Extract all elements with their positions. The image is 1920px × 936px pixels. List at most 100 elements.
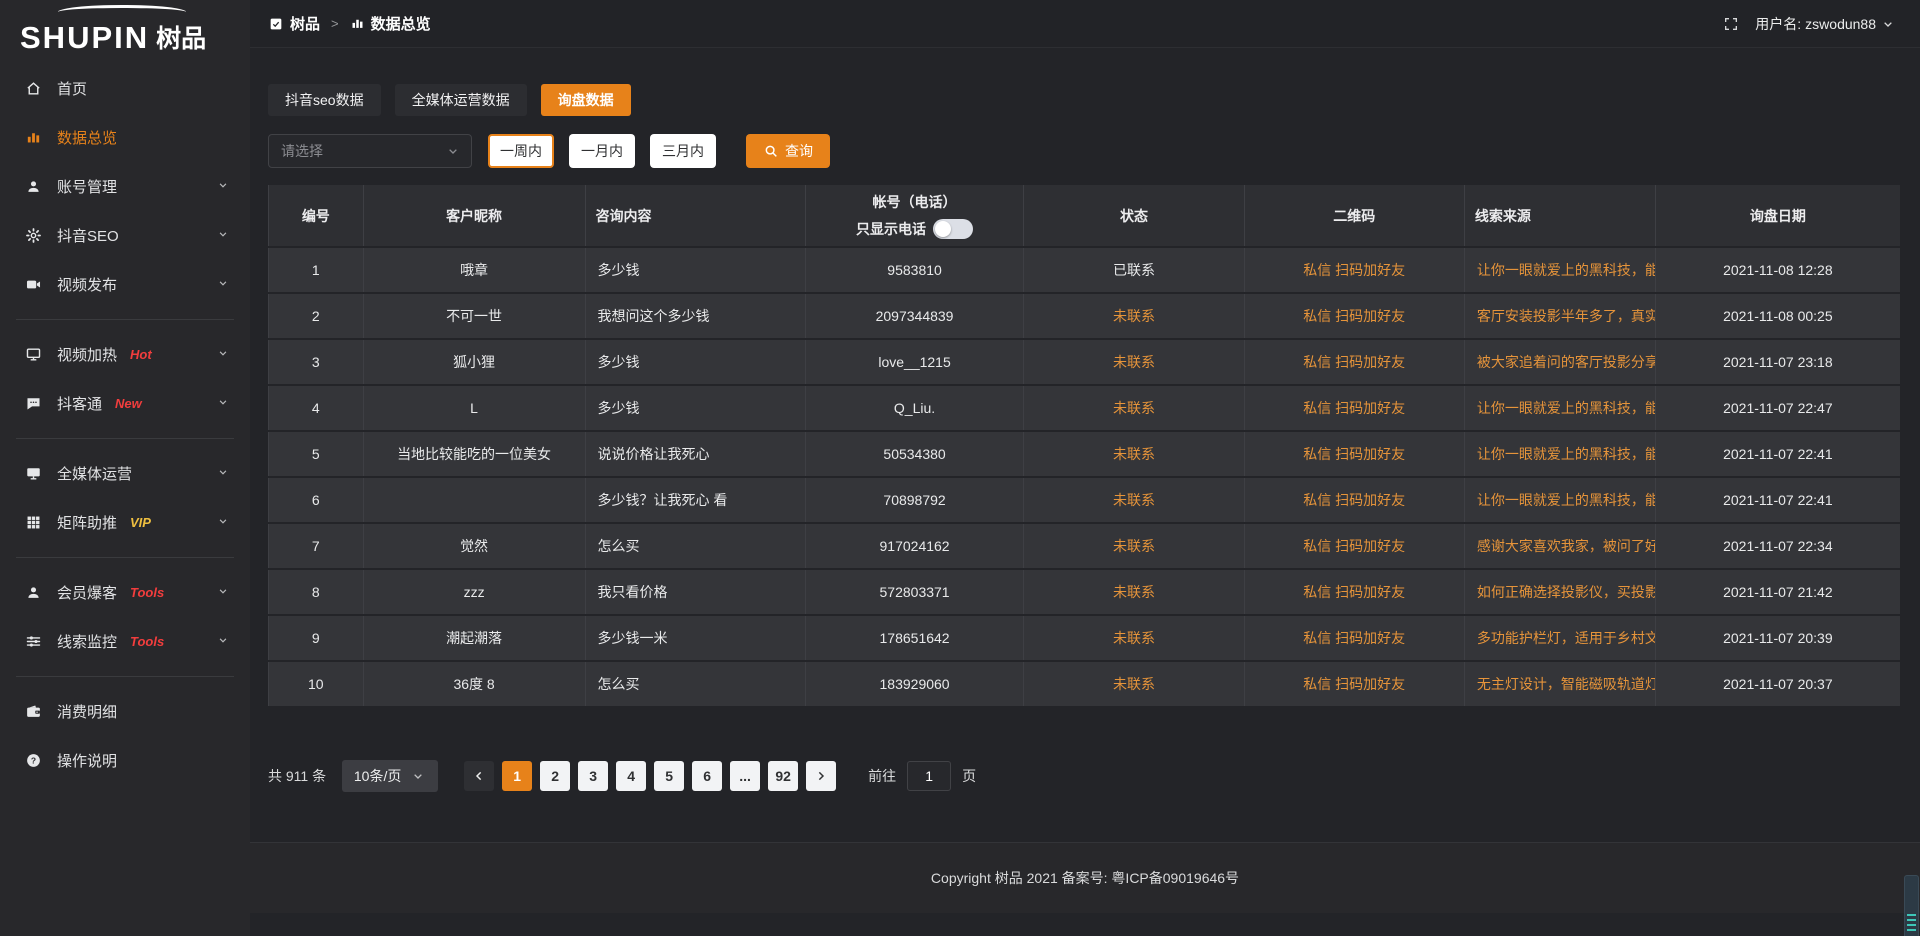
sidebar-item-consumption-detail[interactable]: 消费明细 [0, 687, 250, 736]
cell-nickname-text: 狐小狸 [453, 354, 495, 370]
user-menu[interactable]: 用户名: zswodun88 [1755, 14, 1896, 34]
cell-account-text: Q_Liu. [894, 400, 935, 416]
cell-status-text: 未联系 [1113, 630, 1155, 646]
prev-page-button[interactable] [464, 761, 494, 791]
goto-page-input[interactable] [907, 761, 951, 791]
chart-icon [24, 129, 42, 147]
sidebar-divider [16, 676, 234, 677]
cell-id: 10 [269, 661, 364, 707]
cell-nickname-text: zzz [464, 584, 485, 600]
cell-qrcode-text[interactable]: 私信 扫码加好友 [1303, 308, 1405, 324]
cell-source-text[interactable]: 无主灯设计，智能磁吸轨道灯... [1477, 676, 1655, 692]
sidebar-item-matrix-boost[interactable]: 矩阵助推VIP [0, 498, 250, 547]
cell-source-text[interactable]: 让你一眼就爱上的黑科技，能... [1477, 446, 1655, 462]
tab-douyin-seo-data[interactable]: 抖音seo数据 [268, 84, 381, 116]
cell-nickname: 当地比较能吃的一位美女 [363, 431, 585, 477]
cell-qrcode-text[interactable]: 私信 扫码加好友 [1303, 262, 1405, 278]
cell-source-text[interactable]: 让你一眼就爱上的黑科技，能... [1477, 492, 1655, 508]
fullscreen-icon[interactable] [1723, 16, 1739, 32]
page-button-3[interactable]: 3 [578, 761, 608, 791]
cell-source-text[interactable]: 让你一眼就爱上的黑科技，能... [1477, 400, 1655, 416]
cell-qrcode-text[interactable]: 私信 扫码加好友 [1303, 400, 1405, 416]
period-button-one-month[interactable]: 一月内 [569, 134, 635, 168]
cell-qrcode: 私信 扫码加好友 [1244, 477, 1464, 523]
cell-content-text: 我只看价格 [598, 584, 668, 600]
sidebar-item-douketong[interactable]: 抖客通New [0, 379, 250, 428]
period-buttons: 一周内一月内三月内 [488, 134, 716, 168]
filter-select[interactable]: 请选择 [268, 134, 472, 168]
next-page-button[interactable] [806, 761, 836, 791]
column-header-qrcode: 二维码 [1244, 185, 1464, 247]
cell-source-text[interactable]: 客厅安装投影半年多了，真实... [1477, 308, 1655, 324]
sidebar-item-video-publish[interactable]: 视频发布 [0, 260, 250, 309]
page-ellipsis-button[interactable]: ... [730, 761, 760, 791]
tab-inquiry-data[interactable]: 询盘数据 [541, 84, 631, 116]
page-size-select[interactable]: 10条/页 [342, 760, 438, 792]
column-header-account: 帐号（电话）只显示电话 [805, 185, 1024, 247]
cell-content: 多少钱一米 [585, 615, 805, 661]
cell-source-text[interactable]: 如何正确选择投影仪，买投影... [1477, 584, 1655, 600]
sidebar-item-douyin-seo[interactable]: 抖音SEO [0, 211, 250, 260]
cell-account: love__1215 [805, 339, 1024, 385]
page-button-92[interactable]: 92 [768, 761, 798, 791]
sidebar-item-label: 数据总览 [57, 127, 117, 148]
cell-date-text: 2021-11-07 22:41 [1723, 446, 1833, 462]
cell-qrcode: 私信 扫码加好友 [1244, 523, 1464, 569]
cell-source-text[interactable]: 感谢大家喜欢我家，被问了好... [1477, 538, 1655, 554]
cell-qrcode: 私信 扫码加好友 [1244, 247, 1464, 293]
page-button-5[interactable]: 5 [654, 761, 684, 791]
sidebar-item-leads-monitor[interactable]: 线索监控Tools [0, 617, 250, 666]
floating-widget[interactable] [1904, 875, 1919, 936]
sidebar-item-home[interactable]: 首页 [0, 64, 250, 113]
cell-qrcode-text[interactable]: 私信 扫码加好友 [1303, 630, 1405, 646]
chevron-down-icon [216, 178, 230, 192]
cell-status-text: 未联系 [1113, 354, 1155, 370]
sidebar-item-member-baoke[interactable]: 会员爆客Tools [0, 568, 250, 617]
cell-qrcode-text[interactable]: 私信 扫码加好友 [1303, 354, 1405, 370]
cell-source-text[interactable]: 被大家追着问的客厅投影分享... [1477, 354, 1655, 370]
cell-source: 感谢大家喜欢我家，被问了好... [1464, 523, 1655, 569]
cell-content-text: 多少钱？让我死心 看 [598, 492, 728, 508]
cell-status-text: 未联系 [1113, 492, 1155, 508]
tab-omni-media-data[interactable]: 全媒体运营数据 [395, 84, 527, 116]
cell-content: 说说价格让我死心 [585, 431, 805, 477]
sidebar-item-label: 抖客通 [57, 393, 102, 414]
chevron-down-icon [216, 227, 230, 241]
page-button-4[interactable]: 4 [616, 761, 646, 791]
pagination: 共 911 条 10条/页 123456...92 前往 页 [268, 760, 1900, 792]
cell-qrcode-text[interactable]: 私信 扫码加好友 [1303, 446, 1405, 462]
sidebar-item-omni-media[interactable]: 全媒体运营 [0, 449, 250, 498]
cell-status: 未联系 [1024, 661, 1244, 707]
page-button-2[interactable]: 2 [540, 761, 570, 791]
sidebar-item-operation-guide[interactable]: ?操作说明 [0, 736, 250, 785]
table-row: 2不可一世我想问这个多少钱2097344839未联系私信 扫码加好友客厅安装投影… [269, 293, 1901, 339]
sidebar-item-account-management[interactable]: 账号管理 [0, 162, 250, 211]
cell-status-text: 未联系 [1113, 538, 1155, 554]
cell-status: 已联系 [1024, 247, 1244, 293]
sidebar-item-label: 视频发布 [57, 274, 117, 295]
cell-qrcode-text[interactable]: 私信 扫码加好友 [1303, 676, 1405, 692]
cell-status-text: 未联系 [1113, 446, 1155, 462]
cell-id-text: 10 [308, 676, 324, 692]
phone-only-toggle[interactable] [933, 219, 973, 239]
heat-icon [24, 346, 42, 364]
cell-qrcode-text[interactable]: 私信 扫码加好友 [1303, 538, 1405, 554]
cell-qrcode-text[interactable]: 私信 扫码加好友 [1303, 492, 1405, 508]
sidebar-item-data-overview[interactable]: 数据总览 [0, 113, 250, 162]
chart-icon [350, 16, 365, 31]
query-button[interactable]: 查询 [746, 134, 830, 168]
cell-qrcode-text[interactable]: 私信 扫码加好友 [1303, 584, 1405, 600]
period-button-one-week[interactable]: 一周内 [488, 134, 554, 168]
page-button-1[interactable]: 1 [502, 761, 532, 791]
page-button-6[interactable]: 6 [692, 761, 722, 791]
cell-source-text[interactable]: 多功能护栏灯，适用于乡村文... [1477, 630, 1655, 646]
period-button-three-months[interactable]: 三月内 [650, 134, 716, 168]
cell-qrcode: 私信 扫码加好友 [1244, 615, 1464, 661]
topbar: 树品 > 数据总览 用户名: zswodun88 [250, 0, 1920, 48]
breadcrumb-root[interactable]: 树品 [290, 13, 320, 34]
cell-date: 2021-11-07 23:18 [1655, 339, 1900, 385]
cell-source-text[interactable]: 让你一眼就爱上的黑科技，能... [1477, 262, 1655, 278]
cell-account-text: 917024162 [880, 538, 950, 554]
logo[interactable]: SHUPIN 树品 [0, 0, 250, 56]
sidebar-item-video-heat[interactable]: 视频加热Hot [0, 330, 250, 379]
